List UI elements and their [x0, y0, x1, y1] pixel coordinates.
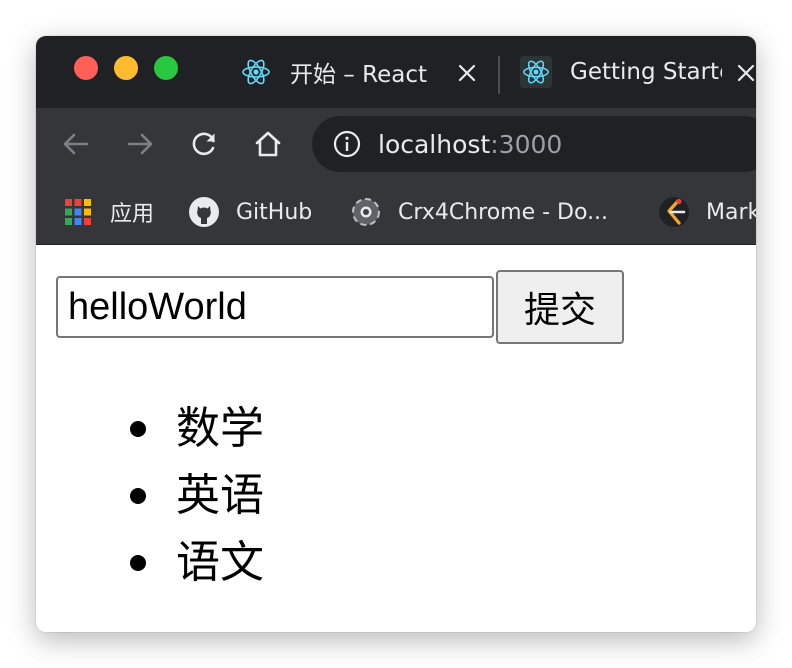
url-text[interactable]: localhost:3000 — [378, 130, 562, 159]
bookmark-app-icon — [658, 196, 690, 228]
submit-button[interactable]: 提交 — [496, 270, 624, 344]
minimize-window-button[interactable] — [114, 56, 138, 80]
address-bar[interactable]: localhost:3000 — [312, 116, 756, 172]
bookmark-label: GitHub — [236, 199, 313, 225]
browser-window: 开始 – React Getting Started — [36, 36, 756, 632]
forward-arrow-icon[interactable] — [122, 126, 158, 162]
bookmark-crx4chrome[interactable]: Crx4Chrome - Do... — [350, 194, 608, 230]
item-list: 数学 英语 语文 — [130, 395, 264, 596]
apps-grid-icon — [62, 196, 94, 228]
list-item-text: 数学 — [176, 403, 264, 454]
tab-title: Getting Started — [570, 59, 722, 85]
title-bar: 开始 – React Getting Started — [36, 36, 756, 108]
list-bullet — [130, 421, 146, 437]
close-tab-icon[interactable] — [457, 63, 477, 83]
crx4chrome-icon — [350, 196, 382, 228]
close-window-button[interactable] — [74, 56, 98, 80]
list-item: 英语 — [130, 462, 264, 529]
list-item: 语文 — [130, 529, 264, 596]
bookmark-label: 应用 — [110, 202, 155, 227]
list-item-text: 语文 — [176, 537, 264, 588]
list-bullet — [130, 555, 146, 571]
bookmark-github[interactable]: GitHub — [188, 194, 312, 230]
bookmark-apps[interactable]: 应用 — [62, 194, 154, 230]
list-item-text: 英语 — [176, 470, 264, 521]
react-icon — [520, 56, 552, 88]
bookmarks-bar: 应用 GitHub Crx4Chrome - Do... Mark — [36, 180, 756, 245]
tab-title: 开始 – React — [290, 62, 427, 88]
info-icon[interactable] — [332, 129, 362, 159]
back-arrow-icon[interactable] — [58, 126, 94, 162]
tab-react-start[interactable]: 开始 – React — [240, 50, 486, 94]
bookmark-label: Crx4Chrome - Do... — [398, 199, 609, 225]
browser-toolbar: localhost:3000 — [36, 108, 756, 180]
reload-icon[interactable] — [186, 126, 222, 162]
list-item: 数学 — [130, 395, 264, 462]
bookmark-label: Mark — [706, 199, 756, 225]
list-bullet — [130, 488, 146, 504]
home-icon[interactable] — [250, 126, 286, 162]
close-tab-icon[interactable] — [736, 63, 756, 83]
react-icon — [240, 56, 272, 88]
page-content: 提交 数学 英语 语文 — [36, 245, 756, 632]
maximize-window-button[interactable] — [154, 56, 178, 80]
todo-input[interactable] — [56, 276, 494, 338]
bookmark-mark[interactable]: Mark — [658, 194, 756, 230]
tab-getting-started[interactable]: Getting Started — [520, 50, 756, 94]
github-icon — [188, 196, 220, 228]
url-host: localhost — [378, 129, 491, 159]
tab-separator — [498, 56, 500, 94]
url-port: :3000 — [490, 129, 563, 159]
